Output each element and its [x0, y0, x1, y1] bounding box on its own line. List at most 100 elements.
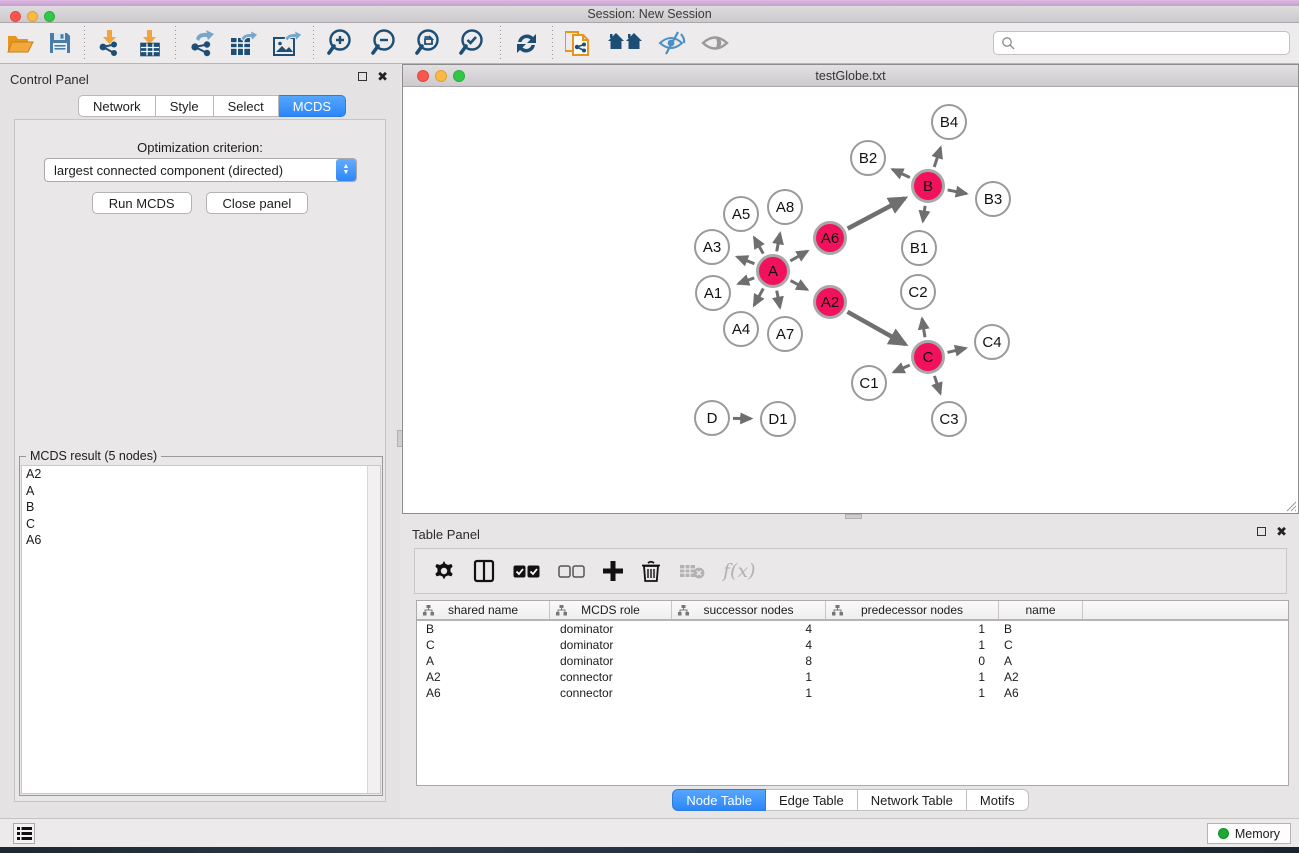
column-layout-button[interactable]	[464, 551, 504, 591]
node-A5[interactable]: A5	[723, 196, 759, 232]
network-window-titlebar[interactable]: testGlobe.txt	[403, 65, 1298, 87]
edge-C-C4[interactable]	[947, 348, 965, 352]
edge-A-A5[interactable]	[754, 238, 763, 254]
close-panel-icon[interactable]: ✖	[377, 72, 388, 81]
delete-table-button[interactable]	[670, 551, 714, 591]
node-A6[interactable]: A6	[813, 221, 847, 255]
import-table-button[interactable]	[130, 25, 170, 61]
edge-A2-C[interactable]	[847, 312, 905, 344]
mcds-result-list[interactable]: A2ABCA6	[21, 465, 381, 794]
node-A3[interactable]: A3	[694, 229, 730, 265]
result-item[interactable]: A2	[22, 466, 380, 483]
float-panel-icon[interactable]	[358, 72, 367, 81]
node-D1[interactable]: D1	[760, 401, 796, 437]
maximize-window-button[interactable]	[44, 11, 55, 22]
edge-B-B2[interactable]	[892, 169, 909, 177]
edge-A-A1[interactable]	[738, 278, 754, 284]
home-button[interactable]	[600, 25, 650, 61]
edge-B-B4[interactable]	[934, 148, 940, 167]
node-B2[interactable]: B2	[850, 140, 886, 176]
add-column-button[interactable]	[594, 551, 632, 591]
table-row[interactable]: A6connector11A6	[417, 685, 1288, 701]
edge-B-B1[interactable]	[923, 206, 925, 221]
node-B[interactable]: B	[911, 169, 945, 203]
close-table-panel-icon[interactable]: ✖	[1276, 527, 1287, 536]
network-canvas[interactable]: AA1A2A3A4A5A6A7A8BB1B2B3B4CC1C2C3C4DD1	[403, 87, 1298, 513]
column-header-successor-nodes[interactable]: successor nodes	[672, 601, 826, 619]
import-network-button[interactable]	[90, 25, 130, 61]
result-item[interactable]: C	[22, 516, 380, 533]
node-C3[interactable]: C3	[931, 401, 967, 437]
network-maximize-button[interactable]	[453, 70, 465, 82]
tab-edge-table[interactable]: Edge Table	[766, 789, 858, 811]
node-C4[interactable]: C4	[974, 324, 1010, 360]
edge-C-C3[interactable]	[934, 376, 940, 393]
network-minimize-button[interactable]	[435, 70, 447, 82]
export-table-button[interactable]	[222, 25, 265, 61]
optimization-criterion-select[interactable]: largest connected component (directed) ▲…	[44, 158, 357, 182]
node-A1[interactable]: A1	[695, 275, 731, 311]
deselect-all-columns-button[interactable]	[549, 551, 594, 591]
eye-button[interactable]	[694, 25, 736, 61]
tab-select[interactable]: Select	[214, 95, 279, 117]
node-A8[interactable]: A8	[767, 189, 803, 225]
node-D[interactable]: D	[694, 400, 730, 436]
edge-A-A8[interactable]	[777, 234, 780, 252]
node-B1[interactable]: B1	[901, 230, 937, 266]
export-network-button[interactable]	[181, 25, 222, 61]
table-row[interactable]: Adominator80A	[417, 653, 1288, 669]
tab-network-table[interactable]: Network Table	[858, 789, 967, 811]
node-B4[interactable]: B4	[931, 104, 967, 140]
edge-B-B3[interactable]	[948, 190, 967, 194]
refresh-button[interactable]	[506, 25, 547, 61]
open-session-button[interactable]	[0, 25, 41, 61]
window-resize-grip[interactable]	[1285, 500, 1297, 512]
node-A7[interactable]: A7	[767, 316, 803, 352]
column-header-mcds-role[interactable]: MCDS role	[550, 601, 672, 619]
tab-node-table[interactable]: Node Table	[672, 789, 766, 811]
float-table-panel-icon[interactable]	[1257, 527, 1266, 536]
duplicate-network-button[interactable]	[558, 25, 600, 61]
zoom-out-button[interactable]	[363, 25, 407, 61]
save-session-button[interactable]	[41, 25, 79, 61]
result-item[interactable]: A	[22, 483, 380, 500]
edge-A-A2[interactable]	[791, 281, 808, 290]
tab-style[interactable]: Style	[156, 95, 214, 117]
node-C1[interactable]: C1	[851, 365, 887, 401]
edge-A-A7[interactable]	[777, 291, 780, 308]
memory-button[interactable]: Memory	[1207, 823, 1291, 844]
function-builder-button[interactable]: f(x)	[714, 551, 765, 591]
node-A4[interactable]: A4	[723, 311, 759, 347]
edge-A-A4[interactable]	[754, 289, 763, 306]
main-titlebar[interactable]: Session: New Session	[0, 6, 1299, 23]
edge-A-A6[interactable]	[790, 251, 807, 261]
export-image-button[interactable]	[265, 25, 308, 61]
zoom-in-button[interactable]	[319, 25, 363, 61]
node-B3[interactable]: B3	[975, 181, 1011, 217]
table-settings-button[interactable]	[424, 551, 464, 591]
result-item[interactable]: B	[22, 499, 380, 516]
edge-C-C1[interactable]	[894, 365, 910, 372]
tab-motifs[interactable]: Motifs	[967, 789, 1029, 811]
task-history-button[interactable]	[13, 823, 35, 844]
select-all-columns-button[interactable]	[504, 551, 549, 591]
close-panel-button[interactable]: Close panel	[206, 192, 309, 214]
column-header-predecessor-nodes[interactable]: predecessor nodes	[826, 601, 999, 619]
node-C[interactable]: C	[911, 340, 945, 374]
column-header-name[interactable]: name	[999, 601, 1083, 619]
table-row[interactable]: A2connector11A2	[417, 669, 1288, 685]
zoom-selected-button[interactable]	[451, 25, 495, 61]
edge-A6-B[interactable]	[848, 198, 905, 228]
minimize-window-button[interactable]	[27, 11, 38, 22]
close-window-button[interactable]	[10, 11, 21, 22]
table-row[interactable]: Bdominator41B	[417, 621, 1288, 637]
search-input[interactable]	[993, 31, 1290, 55]
node-table[interactable]: shared nameMCDS rolesuccessor nodesprede…	[416, 600, 1289, 786]
delete-column-button[interactable]	[632, 551, 670, 591]
node-A[interactable]: A	[756, 254, 790, 288]
column-header-shared-name[interactable]: shared name	[417, 601, 550, 619]
run-mcds-button[interactable]: Run MCDS	[92, 192, 192, 214]
result-item[interactable]: A6	[22, 532, 380, 549]
node-A2[interactable]: A2	[813, 285, 847, 319]
eye-slash-button[interactable]	[650, 25, 694, 61]
